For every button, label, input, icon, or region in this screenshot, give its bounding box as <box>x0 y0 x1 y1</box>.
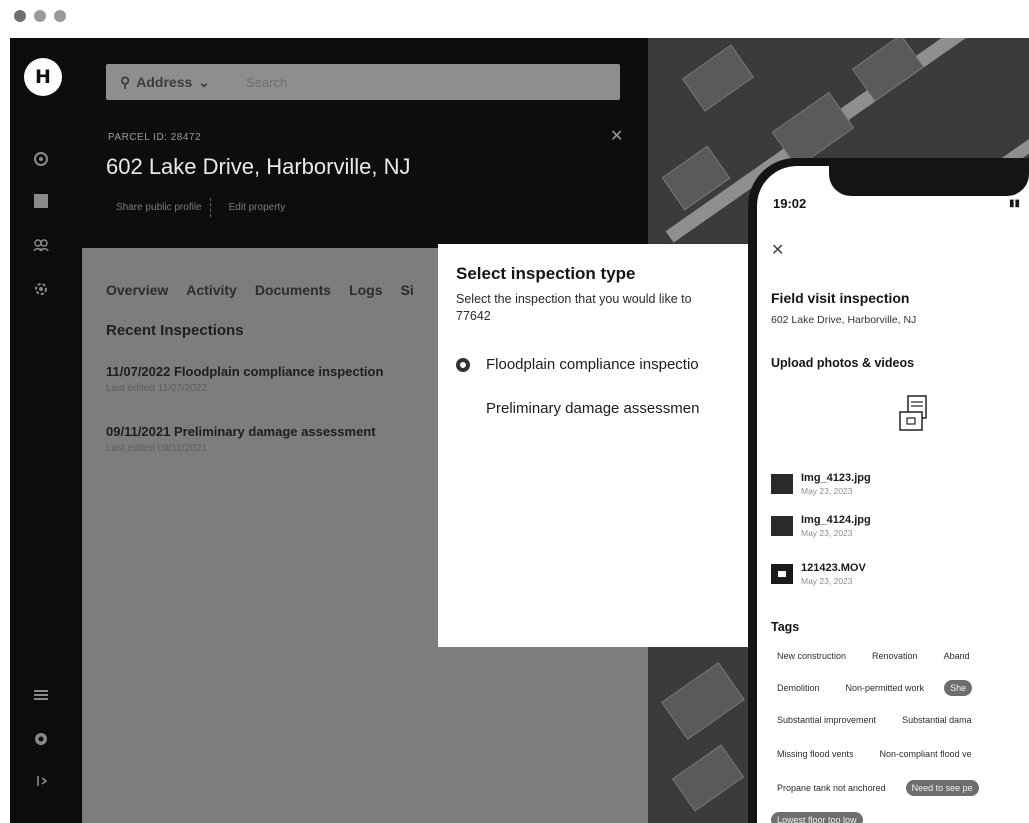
tag-chip[interactable]: Propane tank not anchored <box>771 780 892 796</box>
option-label: Preliminary damage assessmen <box>486 400 700 417</box>
file-name: Img_4124.jpg <box>801 514 871 526</box>
search-bar[interactable]: ⚲ Address ⌄ Search <box>106 64 620 100</box>
recent-inspections-title: Recent Inspections <box>106 322 244 339</box>
map-building <box>661 662 745 740</box>
tag-chip-selected[interactable]: Need to see pe <box>905 780 979 796</box>
upload-label: Upload photos & videos <box>771 356 915 370</box>
tags-label: Tags <box>771 620 800 634</box>
home-icon[interactable] <box>32 150 50 168</box>
tab-documents[interactable]: Documents <box>255 282 331 298</box>
share-public-profile-button[interactable]: Share public profile <box>108 198 211 217</box>
tag-chip[interactable]: Aband <box>938 648 976 664</box>
inspection-option[interactable]: Floodplain compliance inspectio <box>456 356 699 373</box>
close-panel-icon[interactable]: ✕ <box>610 126 623 146</box>
tag-row: Substantial improvement Substantial dama <box>771 712 978 728</box>
image-thumbnail-icon <box>771 474 793 494</box>
tag-chip[interactable]: Substantial dama <box>896 712 978 728</box>
inspection-item[interactable]: 11/07/2022 Floodplain compliance inspect… <box>106 364 383 394</box>
tag-row: New construction Renovation Aband <box>771 648 976 664</box>
inspection-address: 602 Lake Drive, Harborville, NJ <box>771 314 917 326</box>
upload-folder-icon[interactable] <box>897 394 933 434</box>
modal-description-text: Select the inspection that you would lik… <box>456 292 692 306</box>
people-icon[interactable] <box>32 236 50 254</box>
tag-chip[interactable]: Non-permitted work <box>840 680 931 696</box>
file-item[interactable]: Img_4124.jpg May 23, 2023 <box>771 514 871 538</box>
sidebar: H <box>10 38 82 823</box>
phone-screen: 19:02 ▮▮ ✕ Field visit inspection 602 La… <box>757 166 1029 823</box>
edit-property-button[interactable]: Edit property <box>221 198 294 217</box>
property-header: ⚲ Address ⌄ Search PARCEL ID: 28472 ✕ 60… <box>82 38 648 248</box>
signal-icon: ▮▮ <box>1009 198 1021 209</box>
file-name: Img_4123.jpg <box>801 472 871 484</box>
map-building <box>671 744 745 812</box>
inspection-title: 09/11/2021 Preliminary damage assessment <box>106 424 376 439</box>
search-scope-label: Address <box>136 74 193 90</box>
modal-description: Select the inspection that you would lik… <box>456 291 756 325</box>
tab-activity[interactable]: Activity <box>186 282 237 298</box>
file-name: 121423.MOV <box>801 562 866 574</box>
search-input[interactable]: Search <box>246 75 287 90</box>
help-icon[interactable] <box>32 730 50 748</box>
list-icon[interactable] <box>32 686 50 704</box>
phone-mockup: 19:02 ▮▮ ✕ Field visit inspection 602 La… <box>748 158 1029 823</box>
tag-chip[interactable]: Renovation <box>866 648 924 664</box>
inspection-subtitle: Last edited 09/11/2021 <box>106 443 208 454</box>
tag-chip-selected[interactable]: Lowest floor too low <box>771 812 863 823</box>
tag-chip[interactable]: Demolition <box>771 680 826 696</box>
tag-chip-selected[interactable]: She <box>944 680 973 696</box>
page: H ⚲ Address ⌄ Search PARCEL ID: 28472 ✕ … <box>0 0 1029 823</box>
modal-description-id: 77642 <box>456 309 491 323</box>
app-window: H ⚲ Address ⌄ Search PARCEL ID: 28472 ✕ … <box>10 38 1029 823</box>
radio-selected-icon[interactable] <box>456 357 470 372</box>
window-controls <box>14 10 66 22</box>
map-building <box>681 44 755 112</box>
tag-row: Lowest floor too low <box>771 812 863 823</box>
avatar[interactable]: H <box>24 58 62 96</box>
video-thumbnail-icon <box>771 564 793 584</box>
file-date: May 23, 2023 <box>801 486 853 496</box>
inspection-title: 11/07/2022 Floodplain compliance inspect… <box>106 364 384 379</box>
tab-logs[interactable]: Logs <box>349 282 382 298</box>
file-item[interactable]: 121423.MOV May 23, 2023 <box>771 562 866 586</box>
tag-row: Propane tank not anchored Need to see pe <box>771 780 979 796</box>
parcel-id: PARCEL ID: 28472 <box>108 132 202 143</box>
window-minimize-dot[interactable] <box>34 10 46 22</box>
inspection-item[interactable]: 09/11/2021 Preliminary damage assessment… <box>106 424 376 454</box>
window-maximize-dot[interactable] <box>54 10 66 22</box>
tag-chip[interactable]: Missing flood vents <box>771 746 860 762</box>
tab-overview[interactable]: Overview <box>106 282 168 298</box>
chevron-down-icon: ⌄ <box>198 73 211 90</box>
window-close-dot[interactable] <box>14 10 26 22</box>
grid-icon[interactable] <box>32 192 50 210</box>
property-address-title: 602 Lake Drive, Harborville, NJ <box>106 154 411 179</box>
property-actions: Share public profile Edit property <box>108 198 293 217</box>
status-time: 19:02 <box>773 196 807 211</box>
settings-gear-icon[interactable] <box>32 280 50 298</box>
file-date: May 23, 2023 <box>801 576 853 586</box>
property-tabs: Overview Activity Documents Logs Si <box>106 282 414 298</box>
logout-icon[interactable] <box>32 772 50 790</box>
inspection-subtitle: Last edited 11/07/2022 <box>106 383 208 394</box>
inspection-title: Field visit inspection <box>771 290 910 306</box>
tag-chip[interactable]: New construction <box>771 648 852 664</box>
file-date: May 23, 2023 <box>801 528 853 538</box>
tag-row: Missing flood vents Non-compliant flood … <box>771 746 978 762</box>
select-inspection-modal: Select inspection type Select the inspec… <box>438 244 748 647</box>
search-scope-dropdown[interactable]: ⚲ Address ⌄ <box>120 74 210 91</box>
inspection-option[interactable]: Preliminary damage assessmen <box>456 400 699 417</box>
tag-chip[interactable]: Substantial improvement <box>771 712 882 728</box>
file-item[interactable]: Img_4123.jpg May 23, 2023 <box>771 472 871 496</box>
tag-row: Demolition Non-permitted work She <box>771 680 973 696</box>
option-label: Floodplain compliance inspectio <box>486 356 699 373</box>
radio-empty-icon[interactable] <box>456 402 470 416</box>
phone-notch <box>829 166 1029 196</box>
modal-title: Select inspection type <box>456 264 636 283</box>
tab-more[interactable]: Si <box>401 282 414 298</box>
tag-chip[interactable]: Non-compliant flood ve <box>874 746 978 762</box>
image-thumbnail-icon <box>771 516 793 536</box>
close-icon[interactable]: ✕ <box>771 240 784 260</box>
search-icon: ⚲ <box>120 73 131 90</box>
